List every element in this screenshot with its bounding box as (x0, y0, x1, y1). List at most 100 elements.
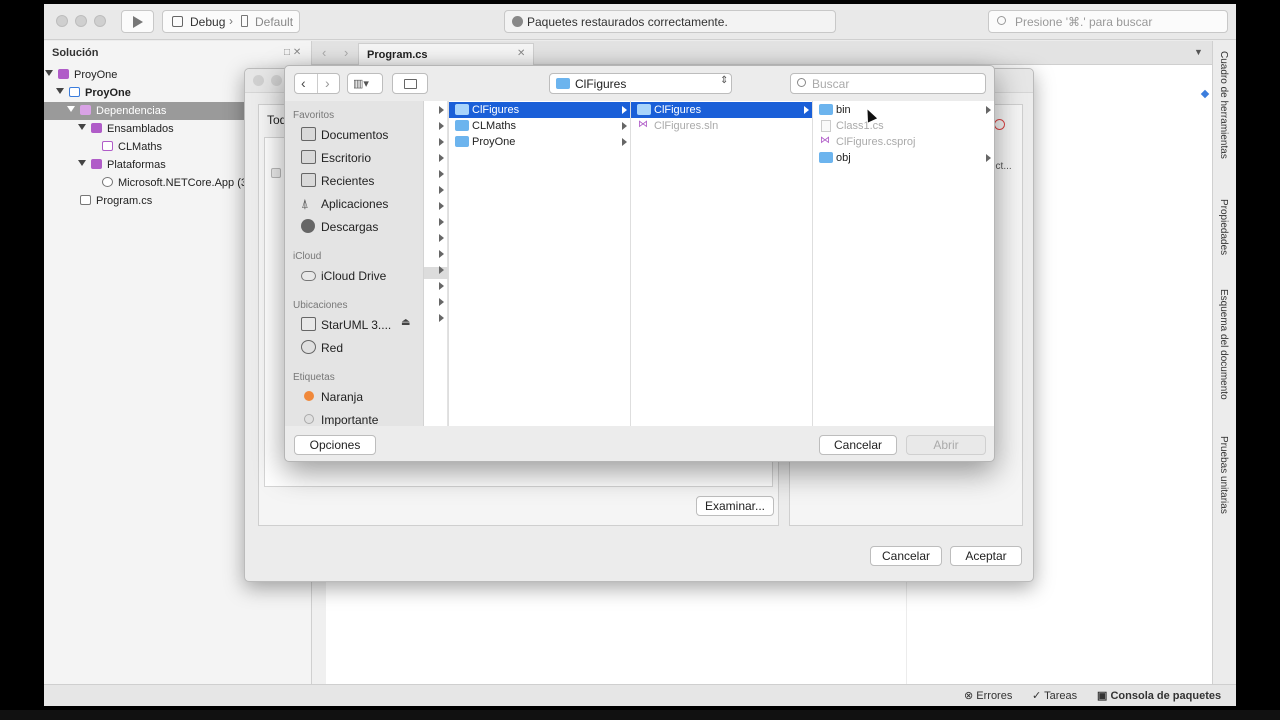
run-button[interactable] (121, 10, 154, 33)
search-icon (997, 16, 1006, 25)
updown-icon: ⇕ (720, 75, 729, 86)
tab-program-cs[interactable]: Program.cs ✕ (358, 43, 534, 65)
folder-icon (819, 104, 833, 115)
zoom-window-button[interactable] (94, 15, 106, 27)
minimize-window-button[interactable] (271, 75, 282, 86)
location-label: ClFigures (575, 77, 627, 91)
error-icon: ⊗ (964, 690, 974, 702)
check-icon: ✓ (1032, 690, 1042, 702)
eject-icon[interactable]: ⏏ (401, 317, 410, 328)
selected-row (424, 267, 448, 279)
right-pad-bar: Cuadro de herramientas Propiedades Esque… (1212, 41, 1236, 686)
list-item[interactable]: CLMaths (449, 118, 630, 134)
status-bar: ⊗ Errores ✓ Tareas ▣ Consola de paquetes (44, 684, 1236, 706)
checkbox[interactable] (271, 168, 281, 178)
downloads-icon (301, 219, 315, 233)
tab-label: Program.cs (367, 49, 428, 61)
package-icon (102, 177, 113, 187)
icloud-header: iCloud (293, 251, 322, 262)
folder-icon (455, 104, 469, 115)
config-icon (172, 16, 183, 27)
assembly-icon (102, 141, 113, 151)
status-text: Paquetes restaurados correctamente. (527, 15, 728, 29)
list-item[interactable]: obj (813, 150, 994, 166)
properties-tab[interactable]: Propiedades (1218, 199, 1229, 255)
location-popup[interactable]: ClFigures ⇕ (549, 73, 732, 94)
target-label: Default (255, 15, 294, 29)
recents-icon (301, 173, 316, 187)
folder-icon (637, 104, 651, 115)
list-item: ⋈ ClFigures.csproj (820, 135, 916, 148)
folder-icon (819, 152, 833, 163)
dependencies-icon (80, 105, 91, 115)
config-selector[interactable]: Debug › Default (162, 10, 300, 33)
open-button[interactable]: Abrir (906, 435, 986, 455)
search-placeholder: Presione '⌘.' para buscar (1015, 15, 1153, 29)
open-file-dialog: ‹ › ▥▾ ClFigures ⇕ Buscar Favoritos Docu… (284, 65, 995, 462)
options-button[interactable]: Opciones (294, 435, 376, 455)
view-mode-button[interactable]: ▥▾ (347, 73, 383, 94)
sidebar-item-staruml[interactable]: StarUML 3.... ⏏ (301, 315, 416, 335)
minimize-window-button[interactable] (75, 15, 87, 27)
solution-file-icon: ⋈ (638, 119, 648, 130)
toolbox-tab[interactable]: Cuadro de herramientas (1218, 51, 1229, 159)
check-circle-icon (512, 16, 523, 27)
main-toolbar: Debug › Default Paquetes restaurados cor… (44, 4, 1236, 40)
config-label: Debug (190, 15, 226, 29)
back-icon[interactable]: ‹ (301, 75, 306, 91)
solution-title: Solución (52, 47, 99, 59)
tasks-button[interactable]: ✓ Tareas (1032, 689, 1077, 702)
list-item[interactable]: bin (813, 102, 994, 118)
close-tab-icon[interactable]: ✕ (517, 48, 525, 59)
file-icon (80, 195, 91, 205)
network-icon (301, 340, 316, 354)
close-window-button[interactable] (253, 75, 264, 86)
unit-tests-tab[interactable]: Pruebas unitarias (1218, 436, 1229, 514)
remove-icon[interactable] (994, 119, 1005, 130)
orange-tag-icon (304, 391, 314, 401)
documents-icon (301, 127, 316, 141)
project-file-icon: ⋈ (820, 135, 830, 146)
play-icon (133, 16, 143, 28)
list-item[interactable]: ClFigures (449, 102, 630, 118)
close-window-button[interactable] (56, 15, 68, 27)
browse-button[interactable]: Examinar... (696, 496, 774, 516)
gray-tag-icon (304, 414, 314, 424)
search-input[interactable]: Presione '⌘.' para buscar (988, 10, 1228, 33)
cloud-icon (301, 271, 316, 281)
cancel-button[interactable]: Cancelar (819, 435, 897, 455)
folder-icon (455, 120, 469, 131)
errors-button[interactable]: ⊗ Errores (964, 689, 1012, 702)
chevron-right-icon: › (229, 14, 233, 28)
dock (0, 710, 1280, 720)
new-folder-icon (404, 79, 417, 89)
favorites-header: Favoritos (293, 110, 335, 121)
new-folder-button[interactable] (392, 73, 428, 94)
solution-icon (58, 69, 69, 79)
desktop-icon (301, 150, 316, 164)
search-icon (797, 78, 806, 87)
tags-header: Etiquetas (293, 372, 335, 383)
folder-icon (556, 78, 570, 89)
file-icon (821, 120, 831, 132)
nav-buttons: ‹ › (294, 73, 340, 94)
locations-header: Ubicaciones (293, 300, 348, 311)
document-outline-tab[interactable]: Esquema del documento (1218, 289, 1229, 400)
column-browser[interactable]: ClFigures CLMaths ProyOne ClFigures ⋈ Cl… (424, 101, 994, 426)
narrow-column (424, 101, 448, 426)
chevron-down-icon[interactable]: ▼ (1194, 47, 1203, 57)
accept-button[interactable]: Aceptar (950, 546, 1022, 566)
project-icon (69, 87, 80, 97)
list-item[interactable]: ProyOne (449, 134, 630, 150)
list-item: ⋈ ClFigures.sln (638, 119, 719, 132)
back-arrow-icon[interactable]: ‹ (322, 45, 326, 60)
package-console-button[interactable]: ▣ Consola de paquetes (1097, 689, 1221, 702)
close-icon[interactable]: □ ✕ (284, 47, 301, 58)
forward-arrow-icon[interactable]: › (344, 45, 348, 60)
cancel-button[interactable]: Cancelar (870, 546, 942, 566)
forward-icon[interactable]: › (325, 75, 330, 91)
editor-tab-bar: ‹ › Program.cs ✕ ▼ (312, 41, 1212, 65)
columns-icon: ▥▾ (353, 78, 369, 90)
list-item[interactable]: ClFigures (631, 102, 812, 118)
file-search-input[interactable]: Buscar (790, 73, 986, 94)
